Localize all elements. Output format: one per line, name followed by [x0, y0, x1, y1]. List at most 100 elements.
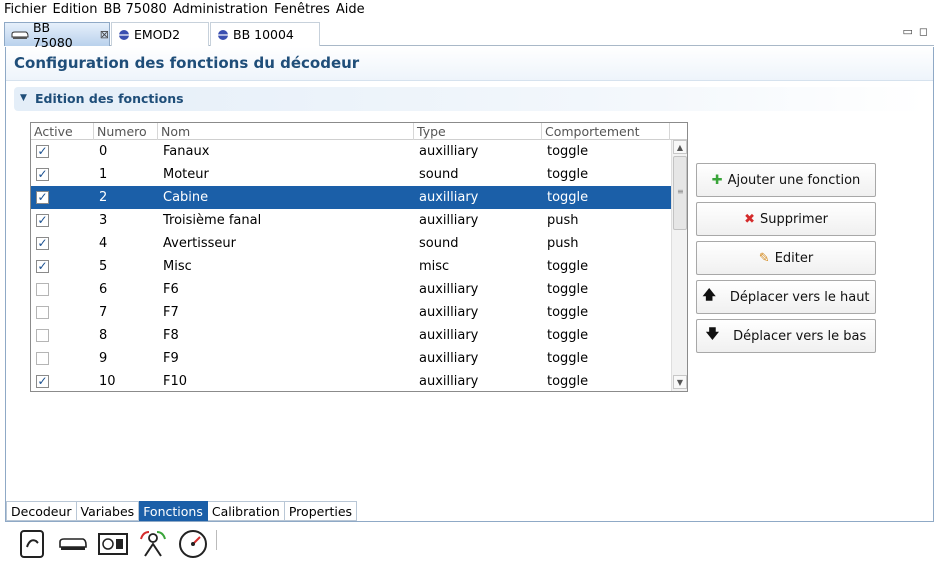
- page-header: Configuration des fonctions du décodeur: [6, 47, 933, 81]
- menu-administration[interactable]: Administration: [173, 2, 268, 17]
- cell-nom: F10: [163, 374, 188, 389]
- active-checkbox[interactable]: ✓: [36, 168, 49, 181]
- decoder-programmer-icon[interactable]: [96, 528, 130, 560]
- tab-variabes[interactable]: Variabes: [76, 501, 140, 521]
- column-header-type[interactable]: Type: [414, 123, 542, 140]
- menu-fichier[interactable]: Fichier: [4, 2, 47, 17]
- cell-comportement: toggle: [547, 305, 589, 320]
- cell-nom: Troisième fanal: [163, 213, 262, 228]
- cell-type: auxilliary: [419, 190, 479, 205]
- cell-type: auxilliary: [419, 374, 479, 389]
- tab-label: BB 10004: [233, 27, 294, 42]
- cell-type: auxilliary: [419, 351, 479, 366]
- scroll-down-icon[interactable]: ▼: [673, 375, 687, 389]
- section-header[interactable]: ▼ Edition des fonctions: [14, 87, 926, 111]
- tab-bb10004[interactable]: BB 10004: [210, 22, 320, 46]
- tab-emod2[interactable]: EMOD2: [111, 22, 209, 46]
- cell-nom: F9: [163, 351, 179, 366]
- cell-nom: Cabine: [163, 190, 209, 205]
- locomotive-icon[interactable]: [56, 528, 90, 560]
- cell-numero: 5: [99, 259, 108, 274]
- table-row[interactable]: 7 F7 auxilliary toggle: [31, 301, 671, 324]
- cell-type: auxilliary: [419, 328, 479, 343]
- active-checkbox[interactable]: ✓: [36, 145, 49, 158]
- edit-label: Editer: [774, 250, 814, 266]
- cell-nom: F8: [163, 328, 179, 343]
- active-checkbox[interactable]: ✓: [36, 260, 49, 273]
- column-header-numero[interactable]: Numero: [94, 123, 158, 140]
- cell-type: sound: [419, 236, 459, 251]
- turntable-icon[interactable]: [136, 528, 170, 560]
- table-row[interactable]: 8 F8 auxilliary toggle: [31, 324, 671, 347]
- active-checkbox[interactable]: [36, 306, 49, 319]
- cell-type: misc: [419, 259, 450, 274]
- cell-comportement: toggle: [547, 328, 589, 343]
- menu-fenetres[interactable]: Fenêtres: [274, 2, 330, 17]
- table-row[interactable]: ✓ 1 Moteur sound toggle: [31, 163, 671, 186]
- move-down-button[interactable]: 🡇 Déplacer vers le bas: [696, 319, 876, 353]
- tab-properties[interactable]: Properties: [284, 501, 358, 521]
- table-row[interactable]: 9 F9 auxilliary toggle: [31, 347, 671, 370]
- bottom-toolbar: [16, 528, 210, 562]
- active-checkbox[interactable]: ✓: [36, 214, 49, 227]
- active-checkbox[interactable]: [36, 352, 49, 365]
- edit-button[interactable]: ✎ Editer: [696, 241, 876, 275]
- minimize-icon[interactable]: ▭: [902, 25, 912, 38]
- close-icon[interactable]: ⊠: [100, 28, 109, 41]
- table-row[interactable]: ✓ 0 Fanaux auxilliary toggle: [31, 140, 671, 163]
- menu-bb75080[interactable]: BB 75080: [103, 2, 166, 17]
- table-row[interactable]: ✓ 4 Avertisseur sound push: [31, 232, 671, 255]
- tab-calibration[interactable]: Calibration: [207, 501, 285, 521]
- expand-triangle-icon[interactable]: ▼: [20, 93, 27, 103]
- column-header-active[interactable]: Active: [31, 123, 94, 140]
- cell-nom: F7: [163, 305, 179, 320]
- cell-numero: 0: [99, 144, 108, 159]
- cell-nom: Fanaux: [163, 144, 210, 159]
- scroll-up-icon[interactable]: ▲: [673, 140, 687, 154]
- menu-aide[interactable]: Aide: [336, 2, 365, 17]
- cell-type: auxilliary: [419, 144, 479, 159]
- table-scrollbar[interactable]: ▲ ≡ ▼: [671, 140, 687, 391]
- editor-panel: Configuration des fonctions du décodeur …: [5, 47, 934, 522]
- cell-numero: 3: [99, 213, 108, 228]
- cell-comportement: push: [547, 213, 579, 228]
- speedometer-icon[interactable]: [176, 528, 210, 560]
- throttle-hand-icon[interactable]: [16, 528, 50, 560]
- scrollbar-thumb[interactable]: ≡: [673, 156, 687, 230]
- column-header-comportement[interactable]: Comportement: [542, 123, 670, 140]
- cell-comportement: toggle: [547, 190, 589, 205]
- table-row[interactable]: ✓ 10 F10 auxilliary toggle: [31, 370, 671, 391]
- table-header: Active Numero Nom Type Comportement: [31, 123, 687, 140]
- add-function-label: Ajouter une fonction: [727, 172, 861, 188]
- cell-comportement: toggle: [547, 144, 589, 159]
- table-row[interactable]: ✓ 5 Misc misc toggle: [31, 255, 671, 278]
- active-checkbox[interactable]: ✓: [36, 191, 49, 204]
- delete-button[interactable]: ✖ Supprimer: [696, 202, 876, 236]
- plus-icon: ✚: [711, 172, 723, 188]
- cell-numero: 6: [99, 282, 108, 297]
- cell-numero: 2: [99, 190, 108, 205]
- menu-edition[interactable]: Edition: [53, 2, 98, 17]
- tab-decodeur[interactable]: Decodeur: [6, 501, 77, 521]
- move-up-button[interactable]: 🡅 Déplacer vers le haut: [696, 280, 876, 314]
- add-function-button[interactable]: ✚ Ajouter une fonction: [696, 163, 876, 197]
- column-header-nom[interactable]: Nom: [158, 123, 414, 140]
- maximize-icon[interactable]: ◻: [919, 25, 928, 38]
- cell-comportement: toggle: [547, 374, 589, 389]
- table-row[interactable]: ✓ 2 Cabine auxilliary toggle: [31, 186, 671, 209]
- tab-fonctions[interactable]: Fonctions: [139, 501, 208, 521]
- active-checkbox[interactable]: [36, 329, 49, 342]
- tab-bb75080[interactable]: BB 75080 ⊠: [4, 20, 110, 50]
- cell-nom: F6: [163, 282, 179, 297]
- cell-numero: 8: [99, 328, 108, 343]
- move-down-label: Déplacer vers le bas: [733, 328, 867, 344]
- decoder-icon: [119, 29, 129, 40]
- active-checkbox[interactable]: ✓: [36, 237, 49, 250]
- table-row[interactable]: 6 F6 auxilliary toggle: [31, 278, 671, 301]
- move-up-label: Déplacer vers le haut: [729, 289, 870, 305]
- table-row[interactable]: ✓ 3 Troisième fanal auxilliary push: [31, 209, 671, 232]
- active-checkbox[interactable]: ✓: [36, 375, 49, 388]
- active-checkbox[interactable]: [36, 283, 49, 296]
- decoder-icon: [218, 29, 228, 40]
- menu-bar: Fichier Edition BB 75080 Administration …: [0, 0, 938, 18]
